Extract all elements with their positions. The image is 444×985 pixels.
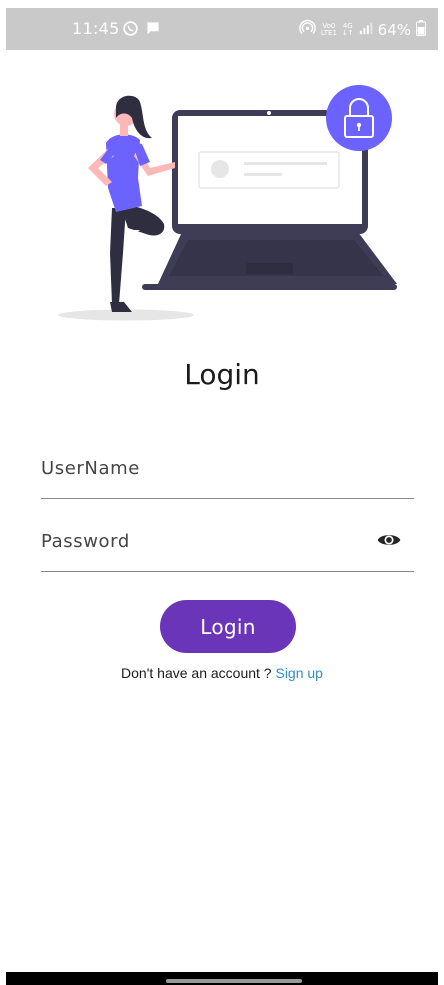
username-field[interactable] <box>41 448 414 499</box>
login-illustration <box>58 85 397 321</box>
lock-icon <box>326 85 392 151</box>
signup-prompt: Don't have an account ? Sign up <box>0 665 444 681</box>
whatsapp-icon <box>122 20 139 41</box>
status-bar: 11:45 Vo0 LTE1 4G ↓↑ 64% <box>6 8 438 50</box>
battery-icon <box>416 19 426 40</box>
message-icon <box>145 20 161 41</box>
signal-icon <box>359 21 373 39</box>
home-indicator[interactable] <box>166 979 302 983</box>
login-button[interactable]: Login <box>160 600 296 653</box>
show-password-eye-icon[interactable] <box>376 527 402 553</box>
network-label: Vo0 LTE1 <box>320 22 337 37</box>
password-field[interactable] <box>41 521 414 572</box>
signal-type-label: 4G ↓↑ <box>341 22 354 37</box>
page-title: Login <box>184 358 260 391</box>
network-label-bottom: LTE1 <box>320 28 337 37</box>
hotspot-icon <box>299 19 316 40</box>
status-system-icons: Vo0 LTE1 4G ↓↑ 64% <box>299 19 426 40</box>
no-account-text: Don't have an account ? <box>121 665 276 681</box>
password-input[interactable] <box>41 525 361 557</box>
signal-type-bottom: ↓↑ <box>341 28 354 37</box>
signup-link[interactable]: Sign up <box>275 665 322 681</box>
username-input[interactable] <box>41 452 361 484</box>
status-time: 11:45 <box>72 19 120 38</box>
navigation-bar <box>6 972 438 985</box>
battery-percent: 64% <box>377 20 411 39</box>
status-notification-icons <box>122 20 161 41</box>
